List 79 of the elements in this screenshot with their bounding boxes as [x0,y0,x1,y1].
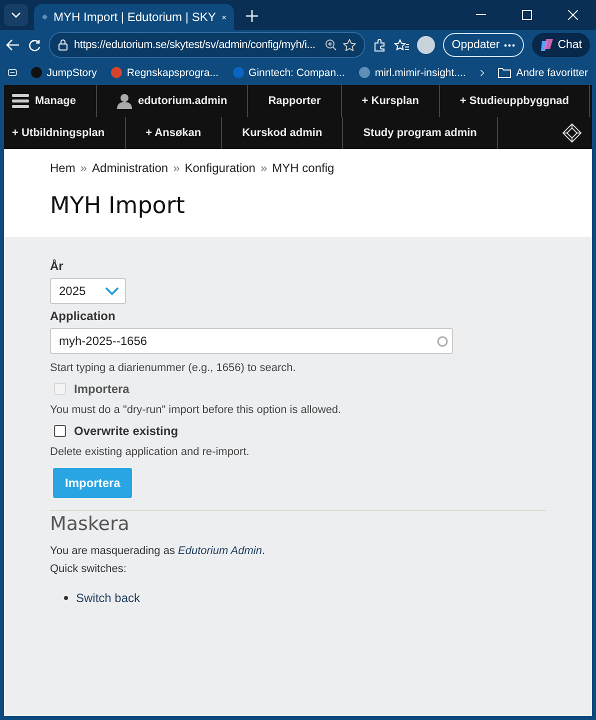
toolbar-link-label: Kurskod admin [242,127,322,139]
toolbar-link-label: + Ansøkan [146,127,202,139]
minimize-icon [476,14,486,16]
close-icon [568,10,578,20]
masquerade-sentence: You are masquerading as Edutorium Admin. [50,545,266,557]
bullet-icon [64,596,68,600]
user-link[interactable]: Edutorium Admin [178,545,262,557]
toolbar-link-label: + Studieuppbyggnad [460,95,570,107]
toolbar-link-label: Study program admin [363,127,477,139]
year-select[interactable]: 2025 [50,278,126,304]
toolbar-link[interactable]: + Kursplan [342,85,440,117]
toolbar-link[interactable]: Manage [4,85,97,117]
new-tab-icon[interactable] [246,10,258,22]
bookmark[interactable]: JumpStory [30,66,97,78]
toolbar-link-label: + Utbildningsplan [12,127,105,139]
bookmark[interactable]: Andre favoritter [498,66,588,78]
bookmark-label: Andre favoritter [516,66,588,78]
breadcrumb-separator: » [173,161,180,175]
toolbar-link-label: Manage [35,95,76,107]
zoom-in-icon[interactable] [324,39,337,51]
menu-icon [12,94,29,108]
breadcrumb-link[interactable]: Administration [92,161,168,175]
back-arrow-icon[interactable] [6,39,20,51]
field-label: År [50,259,64,273]
site-icon [358,67,370,78]
checkbox-label: Overwrite existing [74,424,178,438]
autocomplete-throbber-icon [437,336,448,346]
switch-link[interactable]: Switch back [76,591,140,605]
reload-icon[interactable] [28,38,41,52]
extensions-icon[interactable] [372,38,386,52]
user-icon [116,93,132,109]
toolbar-link-label: Rapporter [268,95,321,107]
chevron-down-icon [105,286,119,296]
favorites-icon[interactable] [394,38,409,52]
toolbar-link[interactable]: + Studieuppbyggnad [440,85,590,117]
section-heading: Maskera [50,513,130,535]
breadcrumb-link[interactable]: Hem [50,161,76,175]
chevron-right-icon[interactable] [480,68,484,78]
field-description: You must do a "dry-run" import before this option is allowed. [50,404,342,416]
field-description: Start typing a diarienummer (e.g., 1656) to search. [50,362,297,374]
url-text: https://edutorium.se/skytest/sv/admin/config/myh/i... [74,39,316,51]
more-dots-icon [504,44,515,46]
page-title: MYH Import [50,193,186,219]
chevron-down-icon [11,12,21,18]
bookmark-label: JumpStory [46,66,97,78]
site-icon [30,67,42,78]
browser-tab[interactable]: MYH Import | Edutorium | SKY [34,4,234,30]
breadcrumb-link[interactable]: Konfiguration [184,161,256,175]
toolbar-link[interactable]: edutorium.admin [96,85,248,117]
folder-icon [498,68,512,78]
maximize-icon [522,10,532,20]
quick-switches-label: Quick switches: [50,563,128,575]
field-description: Delete existing application and re-import. [50,446,250,458]
site-icon [232,67,244,78]
select-value: 2025 [59,284,86,298]
toolbar-link-label: + Kursplan [362,95,419,107]
tab-menu-button[interactable] [4,4,28,26]
close-icon[interactable] [222,12,226,22]
copilot-icon [540,38,554,52]
tab-actions-icon[interactable] [8,68,17,77]
field-label: Application [50,309,116,323]
toolbar-link-label: edutorium.admin [138,95,228,107]
star-icon[interactable] [342,39,356,51]
checkbox[interactable] [54,425,66,437]
breadcrumb-link[interactable]: MYH config [272,161,334,175]
profile-avatar[interactable] [416,36,435,54]
field-value: myh-2025--1656 [59,334,148,348]
chat-button[interactable]: Chat [532,33,590,57]
lock-icon [58,39,68,51]
update-button[interactable]: Oppdater [442,33,524,57]
checkbox-label: Importera [74,382,130,396]
site-icon [110,67,122,78]
breadcrumb-separator: » [260,161,268,175]
ornament-logo-icon[interactable] [562,123,582,143]
address-bar[interactable]: https://edutorium.se/skytest/sv/admin/config/myh/i... [49,32,365,58]
toolbar-link[interactable]: Rapporter [248,85,342,117]
breadcrumb-separator: » [80,161,88,175]
application-field[interactable]: myh-2025--1656 [50,328,453,354]
tab-title: MYH Import | Edutorium | SKY [54,10,216,24]
